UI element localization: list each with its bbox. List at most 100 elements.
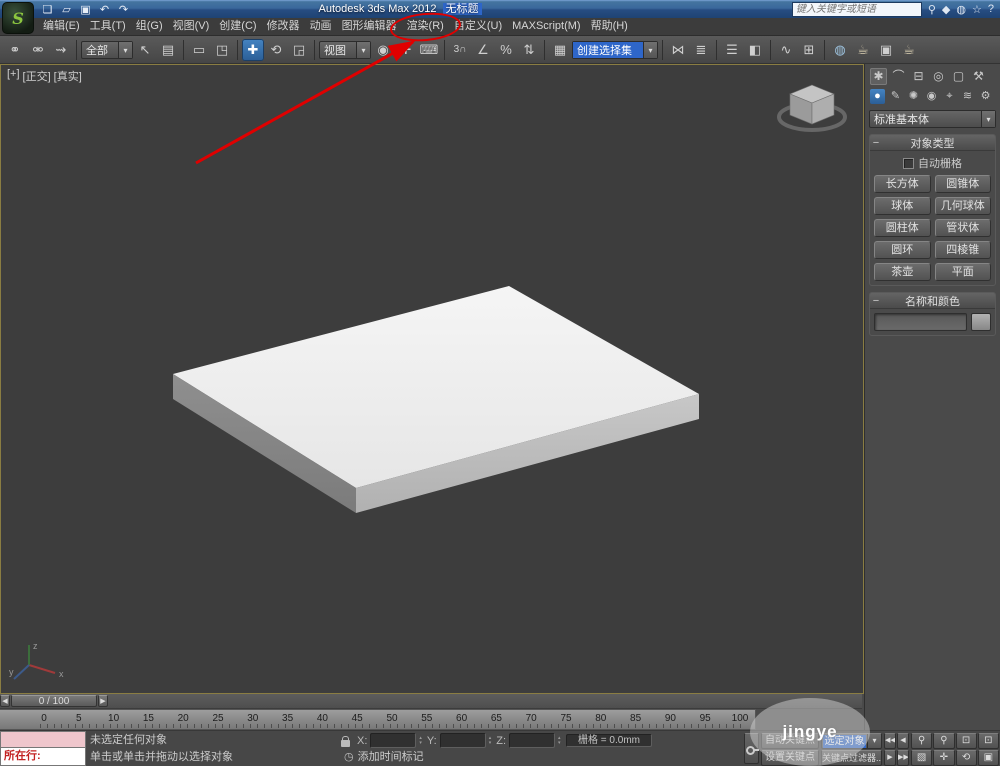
object-type-rollout-header[interactable]: − 对象类型 bbox=[870, 135, 995, 151]
rendered-frame-window-icon[interactable]: ▣ bbox=[875, 39, 897, 61]
menu-item-create[interactable]: 创建(C) bbox=[214, 18, 261, 35]
systems-category-icon[interactable]: ⚙ bbox=[978, 89, 993, 104]
menu-item-rendering[interactable]: 渲染(R) bbox=[402, 18, 449, 35]
chevron-down-icon[interactable]: ▾ bbox=[643, 42, 657, 58]
viewport-general-menu[interactable]: [+] bbox=[7, 68, 20, 84]
cylinder-button[interactable]: 圆柱体 bbox=[874, 219, 931, 237]
set-key-mode-button[interactable]: 设置关键点 bbox=[761, 750, 819, 766]
maxscript-mini-listener[interactable]: 所在行: bbox=[0, 748, 86, 766]
mirror-icon[interactable]: ⋈ bbox=[667, 39, 689, 61]
favorites-icon[interactable]: ☆ bbox=[972, 3, 982, 16]
menu-item-customize[interactable]: 自定义(U) bbox=[449, 18, 507, 35]
plane-button[interactable]: 平面 bbox=[935, 263, 992, 281]
select-and-rotate-icon[interactable]: ⟲ bbox=[265, 39, 287, 61]
zoom-extents-all-icon[interactable]: ⊡ bbox=[978, 733, 999, 749]
time-slider-next-button[interactable]: ▶ bbox=[98, 695, 108, 707]
previous-frame-icon[interactable]: ◀ bbox=[897, 733, 909, 749]
menu-item-group[interactable]: 组(G) bbox=[131, 18, 168, 35]
menu-item-modifiers[interactable]: 修改器 bbox=[262, 18, 305, 35]
viewport-shading-menu[interactable]: [真实] bbox=[54, 68, 82, 84]
edit-named-selection-sets-icon[interactable]: ▦ bbox=[549, 39, 571, 61]
spinner-down-icon[interactable]: ▾ bbox=[558, 741, 561, 746]
align-icon[interactable]: ≣ bbox=[690, 39, 712, 61]
autogrid-checkbox[interactable] bbox=[903, 158, 914, 169]
go-to-start-icon[interactable]: ◀◀ bbox=[884, 733, 896, 749]
modify-tab-icon[interactable]: ⌒ bbox=[890, 68, 907, 85]
selection-lock-toggle[interactable] bbox=[338, 735, 354, 748]
time-slider-handle[interactable]: 0 / 100 bbox=[11, 695, 97, 707]
spinner-snap-icon[interactable]: ⇅ bbox=[518, 39, 540, 61]
box-button[interactable]: 长方体 bbox=[874, 175, 931, 193]
schematic-view-icon[interactable]: ⊞ bbox=[798, 39, 820, 61]
pan-view-icon[interactable]: ✛ bbox=[933, 750, 954, 766]
spinner-icon[interactable]: ▴▾ bbox=[489, 736, 492, 746]
lights-category-icon[interactable]: ✺ bbox=[906, 89, 921, 104]
space-warps-category-icon[interactable]: ≋ bbox=[960, 89, 975, 104]
torus-button[interactable]: 圆环 bbox=[874, 241, 931, 259]
coordinate-field-0[interactable] bbox=[370, 733, 416, 748]
zoom-all-icon[interactable]: ⚲ bbox=[933, 733, 954, 749]
curve-editor-icon[interactable]: ∿ bbox=[775, 39, 797, 61]
select-and-scale-icon[interactable]: ◲ bbox=[288, 39, 310, 61]
go-to-end-icon[interactable]: ▶▶ bbox=[897, 750, 909, 766]
animation-selection-set-dropdown[interactable]: 选定对象 ▾ bbox=[821, 733, 882, 749]
chevron-down-icon[interactable]: ▾ bbox=[981, 111, 995, 127]
view-cube[interactable] bbox=[775, 79, 849, 141]
spinner-down-icon[interactable]: ▾ bbox=[489, 741, 492, 746]
chevron-down-icon[interactable]: ▾ bbox=[118, 42, 132, 58]
window-crossing-icon[interactable]: ◳ bbox=[211, 39, 233, 61]
auto-key-button[interactable]: 自动关键点 bbox=[761, 733, 819, 749]
chevron-down-icon[interactable]: ▾ bbox=[867, 734, 881, 748]
cameras-category-icon[interactable]: ◉ bbox=[924, 89, 939, 104]
render-production-icon[interactable]: ☕ bbox=[898, 39, 920, 61]
time-slider-prev-button[interactable]: ◀ bbox=[0, 695, 10, 707]
subscription-icon[interactable]: ◆ bbox=[942, 3, 950, 16]
menu-item-help[interactable]: 帮助(H) bbox=[586, 18, 633, 35]
zoom-extents-icon[interactable]: ⊡ bbox=[956, 733, 977, 749]
named-selection-sets-dropdown[interactable]: 创建选择集▾ bbox=[572, 41, 658, 59]
key-filters-button[interactable]: 关键点过滤器... bbox=[821, 750, 882, 766]
bind-to-space-warp-icon[interactable]: ⇝ bbox=[50, 39, 72, 61]
object-color-swatch[interactable] bbox=[971, 313, 991, 331]
application-button[interactable]: S bbox=[2, 2, 34, 34]
geosphere-button[interactable]: 几何球体 bbox=[935, 197, 992, 215]
menu-item-edit[interactable]: 编辑(E) bbox=[38, 18, 85, 35]
name-color-rollout-header[interactable]: − 名称和颜色 bbox=[870, 293, 995, 309]
menu-item-maxscript[interactable]: MAXScript(M) bbox=[507, 18, 585, 35]
utilities-tab-icon[interactable]: ⚒ bbox=[970, 68, 987, 85]
create-tab-icon[interactable]: ✱ bbox=[870, 68, 887, 85]
communication-center-icon[interactable]: ◍ bbox=[956, 3, 966, 16]
chevron-down-icon[interactable]: ▾ bbox=[356, 42, 370, 58]
motion-tab-icon[interactable]: ◎ bbox=[930, 68, 947, 85]
play-animation-icon[interactable]: ▶ bbox=[884, 750, 896, 766]
menu-item-views[interactable]: 视图(V) bbox=[168, 18, 215, 35]
coordinate-field-2[interactable] bbox=[509, 733, 555, 748]
primitive-category-dropdown[interactable]: 标准基本体 ▾ bbox=[869, 110, 996, 128]
selection-filter-dropdown[interactable]: 全部▾ bbox=[81, 41, 133, 59]
maxscript-macro-recorder[interactable] bbox=[0, 731, 86, 748]
keyboard-shortcut-override-icon[interactable]: ⌨ bbox=[418, 39, 440, 61]
render-setup-icon[interactable]: ☕ bbox=[852, 39, 874, 61]
viewport-canvas[interactable] bbox=[1, 65, 863, 693]
set-keys-button[interactable] bbox=[744, 733, 759, 764]
teapot-button[interactable]: 茶壶 bbox=[874, 263, 931, 281]
layer-manager-icon[interactable]: ☰ bbox=[721, 39, 743, 61]
tube-button[interactable]: 管状体 bbox=[935, 219, 992, 237]
spinner-icon[interactable]: ▴▾ bbox=[419, 736, 422, 746]
select-by-name-icon[interactable]: ▤ bbox=[157, 39, 179, 61]
viewport-pov-menu[interactable]: [正交] bbox=[23, 68, 51, 84]
help-icon[interactable]: ? bbox=[988, 3, 994, 16]
menu-item-animation[interactable]: 动画 bbox=[305, 18, 337, 35]
display-tab-icon[interactable]: ▢ bbox=[950, 68, 967, 85]
orbit-icon[interactable]: ⟲ bbox=[956, 750, 977, 766]
shapes-category-icon[interactable]: ✎ bbox=[888, 89, 903, 104]
zoom-region-icon[interactable]: ▧ bbox=[911, 750, 932, 766]
cone-button[interactable]: 圆锥体 bbox=[935, 175, 992, 193]
use-pivot-point-center-icon[interactable]: ◉ bbox=[372, 39, 394, 61]
menu-item-graph-editors[interactable]: 图形编辑器 bbox=[337, 18, 402, 35]
graphite-modeling-tools-icon[interactable]: ◧ bbox=[744, 39, 766, 61]
select-and-link-icon[interactable]: ⚭ bbox=[4, 39, 26, 61]
angle-snap-icon[interactable]: ∠ bbox=[472, 39, 494, 61]
hierarchy-tab-icon[interactable]: ⊟ bbox=[910, 68, 927, 85]
snaps-toggle-icon[interactable]: 3∩ bbox=[449, 39, 471, 61]
